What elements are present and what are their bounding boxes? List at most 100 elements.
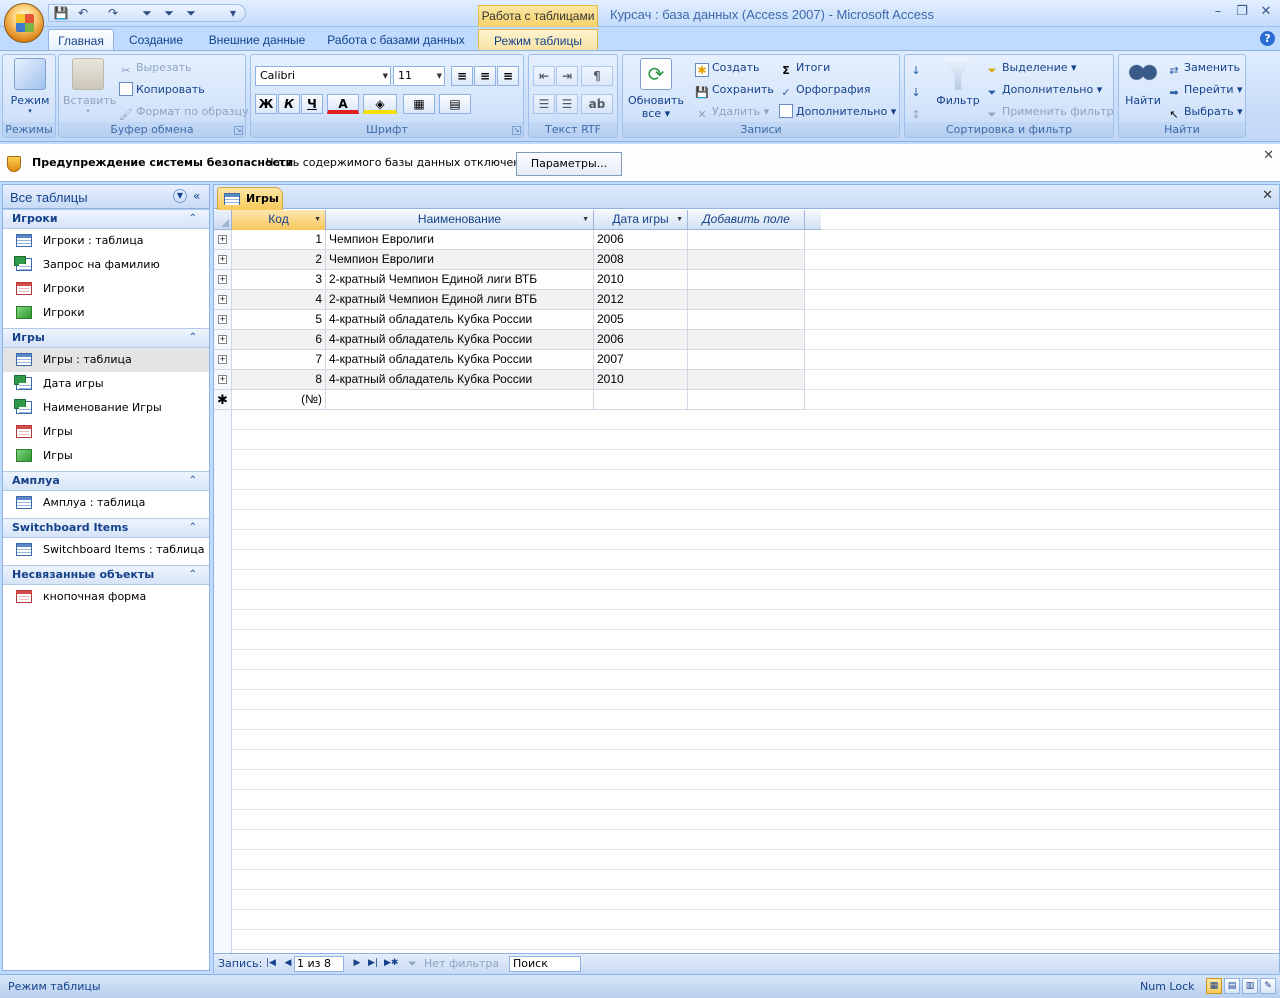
cell-id[interactable]: 2 [232, 250, 326, 270]
nav-item[interactable]: Игры [3, 444, 209, 468]
align-left-button[interactable]: ≡ [451, 66, 473, 86]
cell-empty[interactable] [688, 330, 805, 350]
expand-subdatasheet-icon[interactable]: + [218, 335, 227, 344]
dialog-launcher-icon[interactable]: ↘ [512, 126, 521, 135]
cell-name[interactable]: 4-кратный обладатель Кубка России [326, 350, 594, 370]
collapse-icon[interactable]: ⌃ [189, 210, 197, 228]
underline-button[interactable]: Ч [301, 94, 323, 114]
table-row[interactable]: +7 4-кратный обладатель Кубка России 2007 [214, 350, 821, 370]
cell-id[interactable]: 6 [232, 330, 326, 350]
tab-external-data[interactable]: Внешние данные [200, 29, 314, 51]
cell-id[interactable]: (№) [232, 390, 326, 410]
cell-date[interactable]: 2010 [594, 270, 688, 290]
table-row[interactable]: +4 2-кратный Чемпион Единой лиги ВТБ 2012 [214, 290, 821, 310]
increase-indent-button[interactable]: ⇥ [556, 66, 578, 86]
cell-empty[interactable] [688, 230, 805, 250]
cell-name[interactable]: Чемпион Евролиги [326, 250, 594, 270]
collapse-icon[interactable]: ⌃ [189, 566, 197, 584]
cell-name[interactable] [326, 390, 594, 410]
tab-datasheet[interactable]: Режим таблицы [478, 29, 598, 51]
view-mode-button[interactable]: Режим ▾ [9, 58, 51, 115]
nav-item[interactable]: Игры [3, 420, 209, 444]
nav-item[interactable]: Игроки [3, 277, 209, 301]
cell-date[interactable] [594, 390, 688, 410]
office-button[interactable] [4, 3, 44, 43]
prev-record-icon[interactable]: ◀ [281, 956, 295, 970]
cell-date[interactable]: 2006 [594, 230, 688, 250]
pivot-table-view-icon[interactable]: ▤ [1224, 978, 1240, 994]
bullets-button[interactable]: ☰ [556, 94, 578, 114]
cell-date[interactable]: 2012 [594, 290, 688, 310]
expand-subdatasheet-icon[interactable]: + [218, 235, 227, 244]
design-view-icon[interactable]: ✎ [1260, 978, 1276, 994]
expand-subdatasheet-icon[interactable]: + [218, 375, 227, 384]
spelling-button[interactable]: ✓ Орфография [779, 80, 870, 100]
cell-date[interactable]: 2005 [594, 310, 688, 330]
chevron-down-icon[interactable]: ▼ [173, 189, 187, 203]
nav-section-header[interactable]: Амплуа ⌃ [3, 471, 209, 491]
nav-item[interactable]: Игры : таблица [3, 348, 209, 372]
chevron-down-icon[interactable]: ▼ [676, 210, 683, 229]
find-button[interactable]: Найти [1121, 58, 1165, 107]
redo-icon[interactable]: ↷ [105, 6, 121, 20]
cell-date[interactable]: 2006 [594, 330, 688, 350]
expand-subdatasheet-icon[interactable]: + [218, 355, 227, 364]
replace-button[interactable]: ⇄ Заменить [1167, 58, 1240, 78]
font-size-combo[interactable]: 11 ▼ [393, 66, 445, 86]
new-record-button[interactable]: ✱ Создать [695, 58, 760, 78]
row-selector[interactable]: + [214, 330, 232, 350]
column-header-id[interactable]: Код ▼ [232, 210, 326, 230]
toggle-filter-icon[interactable]: ⏷ [183, 6, 199, 20]
document-tab-games[interactable]: Игры [217, 187, 283, 210]
cell-empty[interactable] [688, 250, 805, 270]
cell-name[interactable]: Чемпион Евролиги [326, 230, 594, 250]
first-record-icon[interactable]: |◀ [264, 956, 278, 970]
table-row[interactable]: +1 Чемпион Евролиги 2006 [214, 230, 821, 250]
nav-item[interactable]: Дата игры [3, 372, 209, 396]
restore-button[interactable]: ❐ [1230, 3, 1254, 21]
select-all-corner[interactable] [214, 210, 232, 230]
refresh-all-button[interactable]: ⟳ Обновить все ▾ [627, 58, 685, 120]
nav-section-header[interactable]: Несвязанные объекты ⌃ [3, 565, 209, 585]
new-record-row[interactable]: ✱ (№) [214, 390, 821, 410]
collapse-icon[interactable]: ⌃ [189, 329, 197, 347]
cell-empty[interactable] [688, 350, 805, 370]
expand-subdatasheet-icon[interactable]: + [218, 255, 227, 264]
cell-empty[interactable] [688, 370, 805, 390]
cell-name[interactable]: 2-кратный Чемпион Единой лиги ВТБ [326, 290, 594, 310]
close-icon[interactable]: ✕ [1263, 148, 1274, 163]
datasheet-view-icon[interactable]: ▦ [1206, 978, 1222, 994]
bold-button[interactable]: Ж [255, 94, 277, 114]
alternate-fill-button[interactable]: ▤ [439, 94, 471, 114]
fill-color-button[interactable]: ◈ [363, 94, 397, 114]
apply-filter-button[interactable]: ⏷ Применить фильтр [985, 102, 1114, 122]
align-center-button[interactable]: ≡ [474, 66, 496, 86]
sort-ascending-button[interactable]: ↓ [909, 58, 926, 78]
save-record-button[interactable]: 💾 Сохранить [695, 80, 774, 100]
cell-id[interactable]: 5 [232, 310, 326, 330]
expand-subdatasheet-icon[interactable]: + [218, 275, 227, 284]
no-filter-button[interactable]: ⏷ Нет фильтра [408, 957, 499, 970]
column-header-add-field[interactable]: Добавить поле [688, 210, 805, 230]
tab-home[interactable]: Главная [48, 29, 114, 51]
tab-create[interactable]: Создание [120, 29, 192, 51]
row-selector[interactable]: + [214, 310, 232, 330]
cell-empty[interactable] [688, 390, 805, 410]
selection-button[interactable]: ⏷ Выделение ▾ [985, 58, 1077, 78]
cell-name[interactable]: 4-кратный обладатель Кубка России [326, 330, 594, 350]
collapse-icon[interactable]: ⌃ [189, 472, 197, 490]
row-selector[interactable]: + [214, 350, 232, 370]
nav-item[interactable]: кнопочная форма [3, 585, 209, 609]
copy-button[interactable]: Копировать [119, 80, 205, 100]
tab-database-tools[interactable]: Работа с базами данных [322, 29, 470, 51]
table-row[interactable]: +2 Чемпион Евролиги 2008 [214, 250, 821, 270]
cell-id[interactable]: 1 [232, 230, 326, 250]
clear-sort-button[interactable]: ↕ [909, 102, 926, 122]
security-options-button[interactable]: Параметры... [516, 152, 622, 176]
collapse-icon[interactable]: ⌃ [189, 519, 197, 537]
filter-button[interactable]: Фильтр [935, 58, 981, 107]
advanced-filter-button[interactable]: ⏷ Дополнительно ▾ [985, 80, 1103, 100]
font-name-combo[interactable]: Calibri ▼ [255, 66, 391, 86]
nav-section-header[interactable]: Игроки ⌃ [3, 209, 209, 229]
row-selector[interactable]: + [214, 270, 232, 290]
